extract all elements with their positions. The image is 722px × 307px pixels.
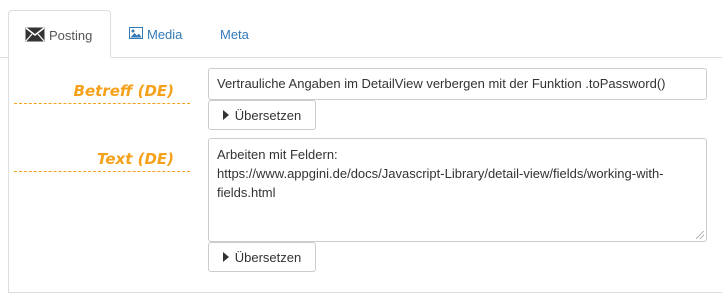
- text-line-1: Arbeiten mit Feldern:: [217, 147, 338, 162]
- tab-media[interactable]: Media: [129, 8, 182, 58]
- betreff-translate-label: Übersetzen: [234, 107, 302, 123]
- text-translate-label: Übersetzen: [234, 249, 302, 265]
- resize-handle-icon[interactable]: [696, 231, 704, 239]
- betreff-label: Betreff (DE): [14, 78, 190, 104]
- tab-meta[interactable]: Meta: [220, 8, 249, 58]
- betreff-input[interactable]: Vertrauliche Angaben im DetailView verbe…: [208, 68, 707, 100]
- text-translate-button[interactable]: Übersetzen: [208, 242, 316, 272]
- betreff-translate-button[interactable]: Übersetzen: [208, 100, 316, 130]
- text-line-3: fields.html: [217, 185, 276, 200]
- text-textarea[interactable]: Arbeiten mit Feldern: https://www.appgin…: [208, 138, 707, 242]
- text-label: Text (DE): [14, 146, 190, 172]
- text-line-2: https://www.appgini.de/docs/Javascript-L…: [217, 166, 664, 181]
- tab-meta-label: Meta: [220, 26, 249, 42]
- caret-right-icon: [222, 252, 229, 262]
- image-icon: [129, 27, 143, 39]
- envelope-icon: [25, 26, 45, 41]
- caret-right-icon: [222, 110, 229, 120]
- tab-posting[interactable]: Posting: [8, 10, 111, 58]
- tab-posting-label: Posting: [49, 27, 93, 43]
- tab-media-label: Media: [147, 26, 183, 42]
